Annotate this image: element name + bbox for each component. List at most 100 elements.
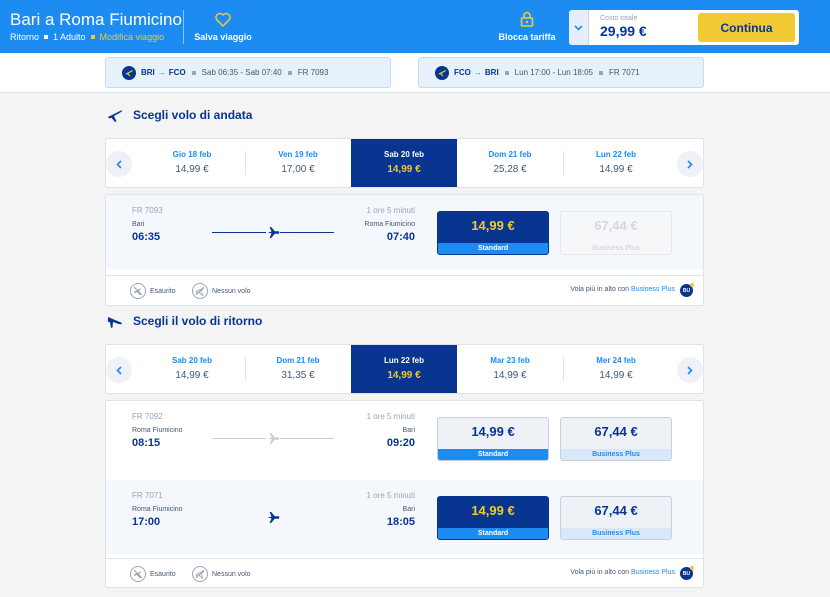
date-option[interactable]: Mer 24 feb 14,99 € bbox=[563, 345, 669, 393]
total-cost-label: Costo totale bbox=[600, 15, 638, 22]
chevron-right-icon[interactable] bbox=[677, 357, 703, 383]
lock-fare-button[interactable]: Blocca tariffa bbox=[497, 11, 557, 42]
date-option[interactable]: Ven 19 feb 17,00 € bbox=[245, 139, 351, 187]
legend-label: Esaurito bbox=[150, 287, 176, 295]
no-flight-icon bbox=[192, 283, 208, 299]
fare-price: 67,44 € bbox=[594, 424, 638, 439]
legend-label: Nessun volo bbox=[212, 287, 251, 295]
legend-sold-out: Esaurito bbox=[130, 283, 176, 299]
legend-label: Nessun volo bbox=[212, 570, 251, 578]
date-option[interactable]: Mar 23 feb 14,99 € bbox=[457, 345, 563, 393]
date-label: Lun 22 feb bbox=[595, 150, 636, 159]
business-plus-badge-icon: BU bbox=[680, 283, 694, 297]
passenger-count: 1 Adulto bbox=[53, 32, 86, 42]
flight-times: Lun 17:00 - Lun 18:05 bbox=[514, 68, 593, 77]
sold-out-icon bbox=[130, 566, 146, 582]
chevron-left-icon[interactable] bbox=[106, 151, 132, 177]
business-plus-fare-button: 67,44 € Business Plus bbox=[560, 211, 672, 255]
continue-button[interactable]: Continua bbox=[698, 13, 795, 42]
modify-trip-link[interactable]: Modifica viaggio bbox=[100, 32, 165, 42]
return-section-title: Scegli il volo di ritorno bbox=[107, 313, 262, 329]
date-label: Sab 20 feb bbox=[383, 150, 424, 159]
business-plus-promo: Vola più in alto con Business Plus bbox=[570, 569, 675, 576]
date-label: Dom 21 feb bbox=[276, 356, 320, 365]
top-bar: Bari a Roma Fiumicino Ritorno 1 Adulto M… bbox=[0, 0, 830, 53]
flight-row[interactable]: FR 7092 Roma Fiumicino 08:15 1 ore 5 min… bbox=[106, 401, 703, 475]
separator-dot bbox=[598, 70, 603, 75]
fare-price: 67,44 € bbox=[594, 503, 638, 518]
fare-price: 14,99 € bbox=[471, 424, 515, 439]
destination-code: FCO bbox=[168, 68, 186, 77]
separator-dot bbox=[287, 70, 292, 75]
date-label: Sab 20 feb bbox=[171, 356, 212, 365]
lock-icon bbox=[520, 11, 534, 27]
plane-icon bbox=[266, 510, 280, 524]
date-price: 14,99 € bbox=[599, 164, 633, 175]
chevron-left-icon[interactable] bbox=[106, 357, 132, 383]
business-plus-promo: Vola più in alto con Business Plus bbox=[570, 286, 675, 293]
plane-icon bbox=[435, 65, 449, 80]
outbound-summary-chip[interactable]: BRI → FCO Sab 06:35 - Sab 07:40 FR 7093 bbox=[105, 57, 391, 88]
date-option-selected[interactable]: Lun 22 feb 14,99 € bbox=[351, 345, 457, 393]
departure-time: 17:00 bbox=[132, 516, 161, 528]
flight-number: FR 7092 bbox=[132, 412, 163, 421]
origin-code: BRI bbox=[141, 68, 155, 77]
arrival-time: 18:05 bbox=[386, 516, 415, 528]
return-summary-chip[interactable]: FCO → BRI Lun 17:00 - Lun 18:05 FR 7071 bbox=[418, 57, 704, 88]
departure-city: Roma Fiumicino bbox=[132, 427, 183, 434]
separator-dot bbox=[191, 70, 196, 75]
arrival-city: Bari bbox=[402, 506, 415, 513]
date-price: 14,99 € bbox=[175, 164, 209, 175]
legend-no-flight: Nessun volo bbox=[192, 283, 251, 299]
promo-text: Vola più in alto con bbox=[570, 286, 630, 293]
date-price: 14,99 € bbox=[387, 370, 421, 381]
date-price: 14,99 € bbox=[387, 164, 421, 175]
route-title: Bari a Roma Fiumicino bbox=[10, 10, 182, 29]
date-label: Gio 18 feb bbox=[172, 150, 212, 159]
return-flights-card: FR 7092 Roma Fiumicino 08:15 1 ore 5 min… bbox=[105, 400, 704, 588]
business-plus-fare-button[interactable]: 67,44 € Business Plus bbox=[560, 496, 672, 540]
arrow-right-icon: → bbox=[473, 68, 482, 77]
destination-code: BRI bbox=[484, 68, 499, 77]
date-option[interactable]: Dom 21 feb 25,28 € bbox=[457, 139, 563, 187]
date-option[interactable]: Lun 22 feb 14,99 € bbox=[563, 139, 669, 187]
date-price: 17,00 € bbox=[281, 164, 315, 175]
trip-details: Ritorno 1 Adulto Modifica viaggio bbox=[10, 32, 164, 42]
flight-row[interactable]: FR 7071 Roma Fiumicino 17:00 1 ore 5 min… bbox=[106, 480, 703, 554]
date-option[interactable]: Sab 20 feb 14,99 € bbox=[139, 345, 245, 393]
header-divider bbox=[183, 10, 184, 44]
flight-number: FR 7071 bbox=[132, 491, 163, 500]
date-label: Mer 24 feb bbox=[596, 356, 636, 365]
save-trip-button[interactable]: Salva viaggio bbox=[193, 12, 253, 42]
standard-fare-button[interactable]: 14,99 € Standard bbox=[437, 211, 549, 255]
plane-takeoff-icon bbox=[108, 110, 123, 122]
standard-fare-button[interactable]: 14,99 € Standard bbox=[437, 417, 549, 461]
plane-icon bbox=[266, 225, 280, 239]
business-plus-badge-icon: BU bbox=[680, 566, 694, 580]
total-cost-value: 29,99 € bbox=[600, 23, 647, 39]
flight-duration: 1 ore 5 minuti bbox=[366, 412, 415, 421]
business-plus-link[interactable]: Business Plus bbox=[631, 569, 675, 576]
business-plus-fare-button[interactable]: 67,44 € Business Plus bbox=[560, 417, 672, 461]
date-option[interactable]: Gio 18 feb 14,99 € bbox=[139, 139, 245, 187]
fare-price: 67,44 € bbox=[594, 218, 638, 233]
date-option[interactable]: Dom 21 feb 31,35 € bbox=[245, 345, 351, 393]
total-cost-box: Costo totale 29,99 € Continua bbox=[569, 10, 799, 45]
date-option-selected[interactable]: Sab 20 feb 14,99 € bbox=[351, 139, 457, 187]
fare-label: Standard bbox=[438, 449, 548, 460]
standard-fare-button[interactable]: 14,99 € Standard bbox=[437, 496, 549, 540]
legend-no-flight: Nessun volo bbox=[192, 566, 251, 582]
separator-dot bbox=[44, 35, 49, 39]
flight-number: FR 7093 bbox=[297, 68, 329, 77]
arrival-city: Roma Fiumicino bbox=[364, 221, 415, 228]
chevron-right-icon[interactable] bbox=[677, 151, 703, 177]
chevron-down-icon[interactable] bbox=[569, 10, 589, 45]
departure-city: Roma Fiumicino bbox=[132, 506, 183, 513]
business-plus-link[interactable]: Business Plus bbox=[631, 286, 675, 293]
flight-row[interactable]: FR 7093 Bari 06:35 1 ore 5 minuti Roma F… bbox=[106, 195, 703, 269]
heart-icon bbox=[215, 12, 231, 27]
date-price: 25,28 € bbox=[493, 164, 527, 175]
plane-icon bbox=[266, 431, 280, 445]
origin-code: FCO bbox=[454, 68, 471, 77]
return-title-text: Scegli il volo di ritorno bbox=[133, 314, 263, 328]
